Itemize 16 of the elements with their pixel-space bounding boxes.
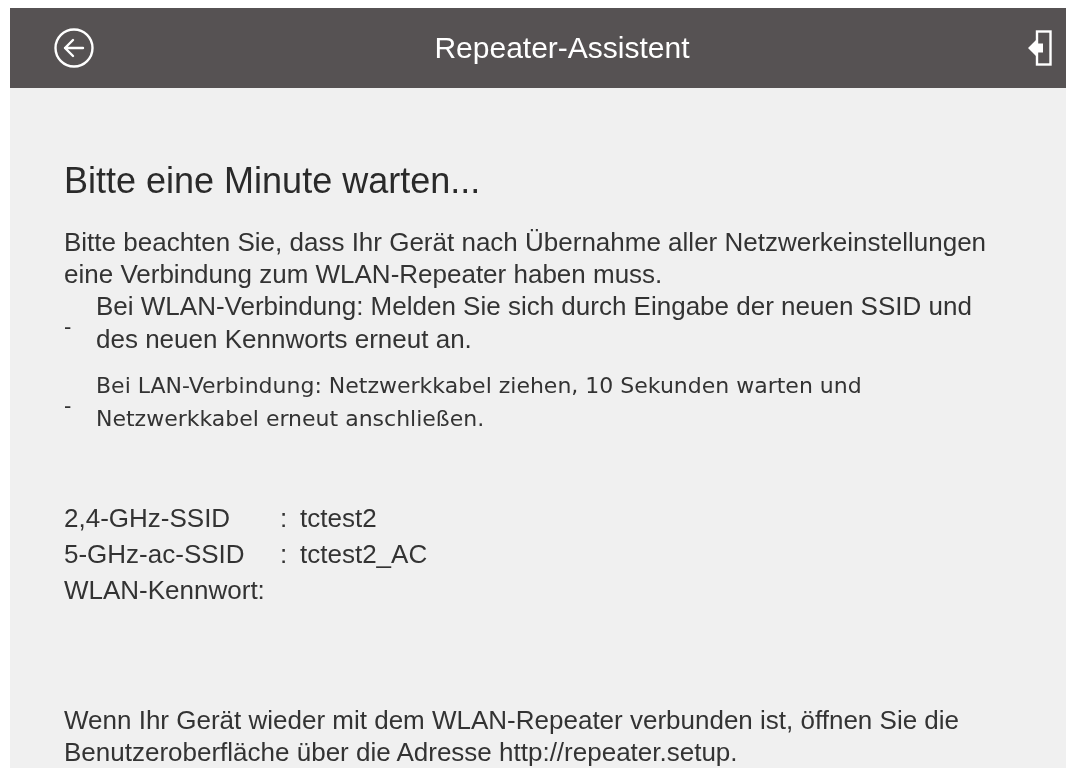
list-dash: - — [64, 395, 73, 417]
field-label: WLAN-Kennwort: — [64, 574, 266, 607]
field-separator: : — [280, 502, 289, 535]
footer-paragraph: Wenn Ihr Gerät wieder mit dem WLAN-Repeater verbunden ist, öffnen Sie die Benutzeroberfläche über die Adresse http://repeater.setup. — [64, 704, 961, 768]
door-arrow-icon[interactable] — [1028, 30, 1052, 66]
field-label: 5-GHz-ac-SSID — [64, 538, 246, 571]
step-text: Bei LAN-Verbindung: Netzwerkkabel ziehen, 10 Sekunden warten und Netzwerkkabel erneut anschließen. — [96, 372, 863, 433]
window-title: Repeater-Assistent — [433, 30, 690, 66]
field-separator: : — [280, 538, 289, 571]
field-value: tctest2 — [300, 502, 378, 535]
page-heading: Bitte eine Minute warten... — [64, 159, 482, 202]
list-dash: - — [64, 316, 73, 338]
intro-paragraph: Bitte beachten Sie, dass Ihr Gerät nach Übernahme aller Netzwerkeinstellungen eine Verbindung zum WLAN-Repeater haben muss. — [64, 226, 988, 290]
step-text: Bei WLAN-Verbindung: Melden Sie sich durch Eingabe der neuen SSID und des neuen Kennworts erneut an. — [96, 290, 973, 356]
field-label: 2,4-GHz-SSID — [64, 502, 232, 535]
field-value: tctest2_AC — [300, 538, 428, 571]
